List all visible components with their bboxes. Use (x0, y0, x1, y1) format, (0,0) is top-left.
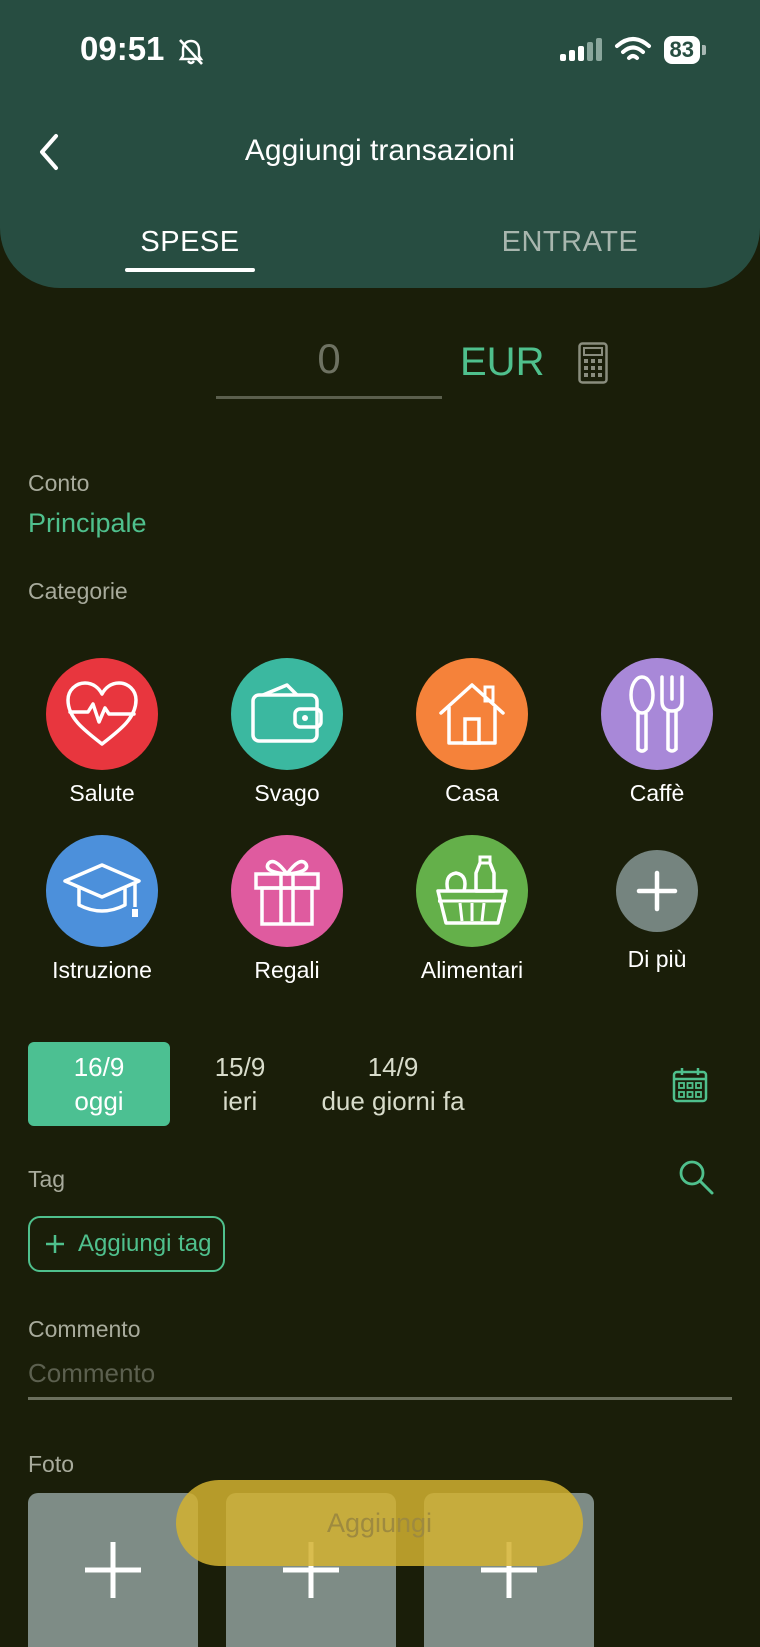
wallet-icon (231, 658, 343, 770)
add-tag-label: Aggiungi tag (78, 1230, 212, 1257)
date-chip-two-days-ago[interactable]: 14/9 due giorni fa (308, 1042, 478, 1126)
spoon-fork-icon (601, 658, 713, 770)
category-salute[interactable]: Salute (27, 658, 177, 807)
category-label: Alimentari (420, 957, 524, 983)
date-label: oggi (74, 1086, 124, 1116)
page-title: Aggiungi transazioni (244, 134, 516, 167)
amount-input[interactable]: 0 (216, 335, 442, 399)
heart-pulse-icon (46, 658, 158, 770)
add-photo-slot[interactable] (28, 1493, 198, 1647)
currency-selector[interactable]: EUR (460, 340, 544, 385)
category-label: Svago (254, 780, 320, 806)
grocery-basket-icon (416, 835, 528, 947)
tab-entrate[interactable]: ENTRATE (480, 226, 660, 259)
tab-spese[interactable]: SPESE (125, 226, 255, 259)
graduation-cap-icon (46, 835, 158, 947)
category-label: Di più (627, 946, 687, 972)
plus-icon (46, 1235, 64, 1253)
house-icon (416, 658, 528, 770)
tag-label: Tag (28, 1166, 66, 1192)
account-selector[interactable]: Principale (28, 508, 147, 539)
category-istruzione[interactable]: Istruzione (27, 835, 177, 984)
date-label: ieri (222, 1086, 258, 1116)
date-value: 16/9 (73, 1052, 125, 1082)
category-caffe[interactable]: Caffè (582, 658, 732, 807)
comment-input[interactable]: Commento (28, 1358, 732, 1400)
active-tab-indicator (125, 268, 255, 272)
signal-icon (559, 38, 602, 61)
categories-label: Categorie (28, 578, 128, 604)
date-value: 14/9 (367, 1052, 419, 1082)
search-icon[interactable] (677, 1158, 715, 1196)
plus-icon (616, 850, 698, 932)
category-label: Casa (445, 780, 499, 806)
category-di-piu[interactable]: Di più (582, 835, 732, 973)
status-icons: 83 (559, 36, 707, 64)
status-time: 09:51 (80, 30, 165, 67)
account-label: Conto (28, 470, 90, 496)
date-value: 15/9 (214, 1052, 266, 1082)
category-label: Regali (254, 957, 320, 983)
wifi-icon (614, 37, 651, 60)
calendar-icon[interactable] (672, 1067, 708, 1103)
category-alimentari[interactable]: Alimentari (397, 835, 547, 984)
calculator-icon[interactable] (578, 342, 608, 384)
battery-indicator: 83 (663, 36, 707, 64)
add-tag-button[interactable]: Aggiungi tag (28, 1216, 225, 1272)
category-casa[interactable]: Casa (397, 658, 547, 807)
date-chip-yesterday[interactable]: 15/9 ieri (190, 1042, 290, 1126)
date-chip-today[interactable]: 16/9 oggi (28, 1042, 170, 1126)
category-label: Salute (69, 780, 135, 806)
category-label: Caffè (629, 780, 685, 806)
submit-button[interactable]: Aggiungi (176, 1480, 583, 1566)
gift-icon (231, 835, 343, 947)
plus-icon (85, 1542, 141, 1598)
photo-label: Foto (28, 1451, 75, 1477)
category-svago[interactable]: Svago (212, 658, 362, 807)
app-header: 09:51 83 Aggiungi transazioni SPESE ENTR… (0, 0, 760, 288)
comment-label: Commento (28, 1316, 141, 1342)
date-label: due giorni fa (321, 1086, 465, 1116)
category-label: Istruzione (52, 957, 152, 983)
category-regali[interactable]: Regali (212, 835, 362, 984)
bell-muted-icon (178, 39, 204, 65)
